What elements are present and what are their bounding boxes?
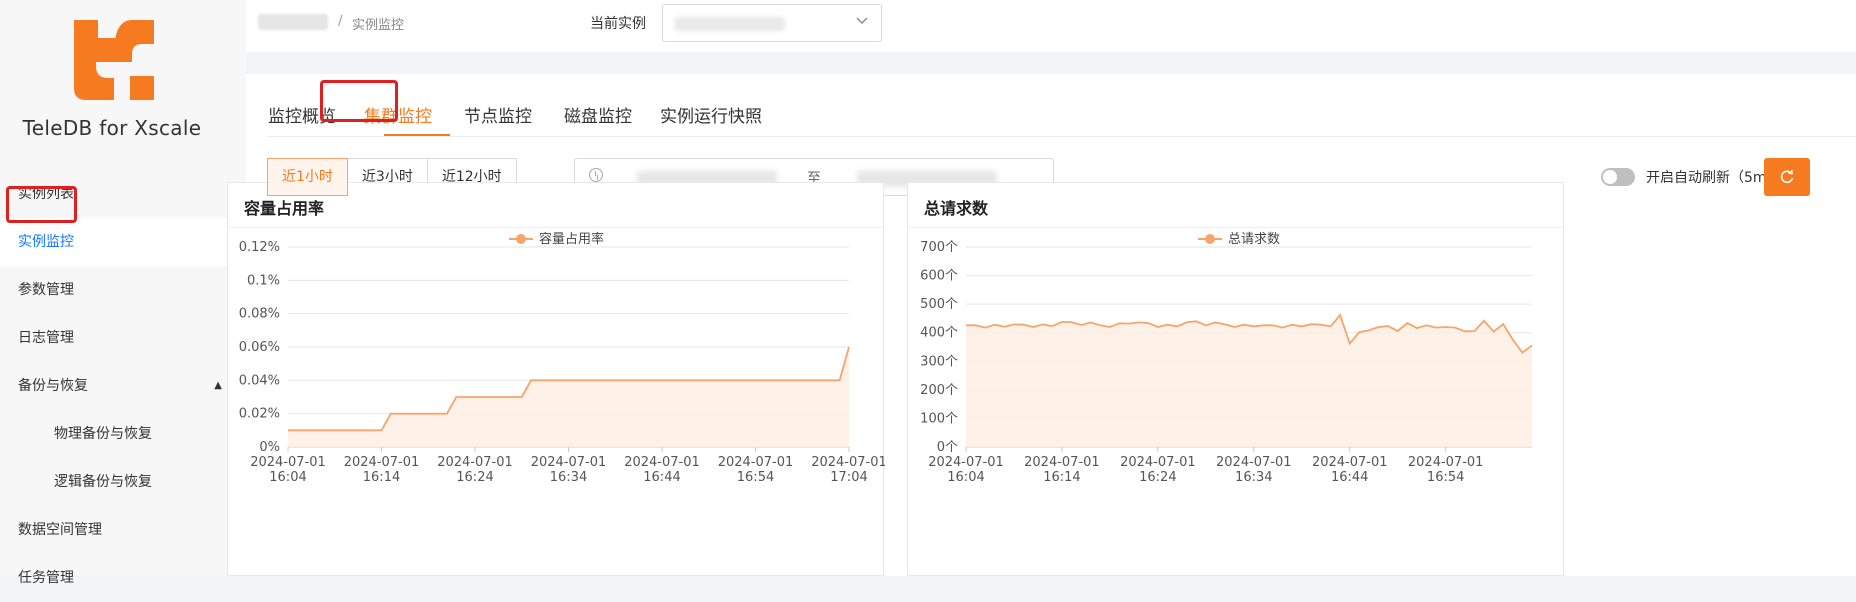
- y-tick-label: 0.12%: [239, 240, 280, 255]
- x-tick-label: 2024-07-01: [1120, 455, 1196, 470]
- sidebar-item[interactable]: 备份与恢复 ▲: [0, 362, 246, 410]
- requests-chart: 0个 100个 200个 300个 400个 500个 600个 700个 2024-07-01…: [920, 232, 1533, 485]
- sidebar: TeleDB for Xscale 实例列表实例监控参数管理日志管理备份与恢复 ▲…: [0, 0, 246, 586]
- chart-card-capacity: 容量占用率 0% 0.02% 0.04% 0.06% 0.08% 0.1% 0.12% 202…: [227, 182, 885, 576]
- x-tick-label: 2024-07-01: [1408, 455, 1484, 470]
- sidebar-item-label: 物理备份与恢复: [54, 426, 152, 442]
- breadcrumb-separator: /: [338, 14, 343, 29]
- sidebar-item-label: 数据空间管理: [18, 522, 102, 538]
- sidebar-item[interactable]: 实例列表: [0, 170, 246, 218]
- tab[interactable]: 监控概览: [268, 102, 336, 127]
- x-tick-label: 2024-07-01: [531, 455, 607, 470]
- refresh-button[interactable]: [1764, 158, 1810, 196]
- chart-title: 容量占用率: [244, 199, 325, 218]
- x-tick-label: 16:54: [737, 470, 774, 485]
- tab[interactable]: 磁盘监控: [564, 102, 632, 127]
- y-tick-label: 100个: [920, 411, 958, 426]
- instance-value-redacted: [675, 17, 785, 31]
- main-area: / 实例监控 当前实例 监控概览 集群监控 节点监控 磁盘监控 实例运行快照 近1小时近…: [227, 0, 1856, 576]
- y-tick-label: 200个: [920, 383, 958, 398]
- y-tick-label: 600个: [920, 269, 958, 284]
- sidebar-item[interactable]: 任务管理: [0, 554, 246, 602]
- capacity-chart: 0% 0.02% 0.04% 0.06% 0.08% 0.1% 0.12% 2024-07-0…: [239, 231, 885, 485]
- y-tick-label: 0.06%: [239, 340, 280, 355]
- x-tick-label: 16:14: [1043, 470, 1080, 485]
- x-tick-label: 2024-07-01: [624, 455, 700, 470]
- sidebar-item[interactable]: 数据空间管理: [0, 506, 246, 554]
- caret-up-icon: ▲: [214, 380, 222, 391]
- top-bar: / 实例监控 当前实例: [246, 0, 1856, 52]
- breadcrumb-current: 实例监控: [352, 18, 405, 33]
- x-tick-label: 16:44: [643, 470, 680, 485]
- x-tick-label: 2024-07-01: [1312, 455, 1388, 470]
- x-tick-label: 16:54: [1427, 470, 1464, 485]
- sidebar-item[interactable]: 日志管理: [0, 314, 246, 362]
- sidebar-item-label: 日志管理: [18, 330, 74, 346]
- x-tick-label: 2024-07-01: [437, 455, 513, 470]
- sidebar-item[interactable]: 物理备份与恢复: [0, 410, 246, 458]
- sidebar-item[interactable]: 实例监控: [0, 218, 246, 266]
- sidebar-item-label: 逻辑备份与恢复: [54, 474, 152, 490]
- tab[interactable]: 实例运行快照: [660, 102, 762, 127]
- y-tick-label: 0%: [259, 440, 280, 455]
- tabs-divider: [268, 136, 1856, 137]
- logo-text: TeleDB for Xscale: [22, 116, 202, 140]
- sidebar-item-label: 实例列表: [18, 186, 74, 202]
- y-tick-label: 500个: [920, 297, 958, 312]
- series-area: [966, 315, 1532, 447]
- x-tick-label: 17:04: [830, 470, 867, 485]
- logo: TeleDB for Xscale: [0, 20, 224, 140]
- sidebar-item-label: 参数管理: [18, 282, 74, 298]
- x-tick-label: 2024-07-01: [718, 455, 794, 470]
- tab[interactable]: 集群监控: [364, 102, 432, 127]
- x-tick-label: 16:44: [1331, 470, 1368, 485]
- x-tick-label: 2024-07-01: [250, 455, 326, 470]
- sidebar-item-label: 实例监控: [18, 234, 74, 250]
- x-tick-label: 16:04: [269, 470, 306, 485]
- y-tick-label: 700个: [920, 240, 958, 255]
- sidebar-nav: 实例列表实例监控参数管理日志管理备份与恢复 ▲ 物理备份与恢复 逻辑备份与恢复数据空间…: [0, 170, 246, 602]
- legend-label: 总请求数: [1228, 232, 1280, 247]
- x-tick-label: 2024-07-01: [1024, 455, 1100, 470]
- x-tick-label: 16:34: [550, 470, 587, 485]
- series-area: [288, 347, 849, 447]
- chevron-down-icon: [855, 13, 869, 31]
- x-tick-label: 16:04: [947, 470, 984, 485]
- teledb-logo-icon: [74, 20, 154, 100]
- x-tick-label: 2024-07-01: [344, 455, 420, 470]
- sidebar-item[interactable]: 逻辑备份与恢复: [0, 458, 246, 506]
- x-tick-label: 2024-07-01: [811, 455, 885, 470]
- instance-select[interactable]: [662, 4, 882, 42]
- chart-title: 总请求数: [924, 199, 989, 218]
- y-tick-label: 0.1%: [247, 273, 280, 288]
- x-tick-label: 16:24: [456, 470, 493, 485]
- breadcrumb-redacted[interactable]: [258, 14, 328, 30]
- x-tick-label: 2024-07-01: [1216, 455, 1292, 470]
- x-tick-label: 16:14: [363, 470, 400, 485]
- y-tick-label: 400个: [920, 326, 958, 341]
- instance-label: 当前实例: [590, 16, 646, 32]
- y-tick-label: 300个: [920, 354, 958, 369]
- x-tick-label: 16:34: [1235, 470, 1272, 485]
- x-tick-label: 2024-07-01: [928, 455, 1004, 470]
- sidebar-item-label: 备份与恢复: [18, 378, 88, 394]
- legend-label: 容量占用率: [539, 231, 604, 247]
- time-range-button[interactable]: 近1小时: [267, 158, 348, 196]
- clock-icon: [589, 168, 603, 182]
- auto-refresh-toggle[interactable]: [1601, 168, 1635, 186]
- legend-marker: [1205, 234, 1215, 244]
- sidebar-item[interactable]: 参数管理: [0, 266, 246, 314]
- legend-marker: [516, 234, 526, 244]
- x-tick-label: 16:24: [1139, 470, 1176, 485]
- tab[interactable]: 节点监控: [464, 102, 532, 127]
- sidebar-item-label: 任务管理: [18, 570, 74, 586]
- y-tick-label: 0.08%: [239, 307, 280, 322]
- y-tick-label: 0.02%: [239, 407, 280, 422]
- refresh-icon: [1780, 169, 1794, 184]
- y-tick-label: 0.04%: [239, 373, 280, 388]
- chart-card-requests: 总请求数 0个 100个 200个 300个 400个 500个 600个 700个 2024-…: [907, 182, 1564, 576]
- y-tick-label: 0个: [937, 440, 958, 455]
